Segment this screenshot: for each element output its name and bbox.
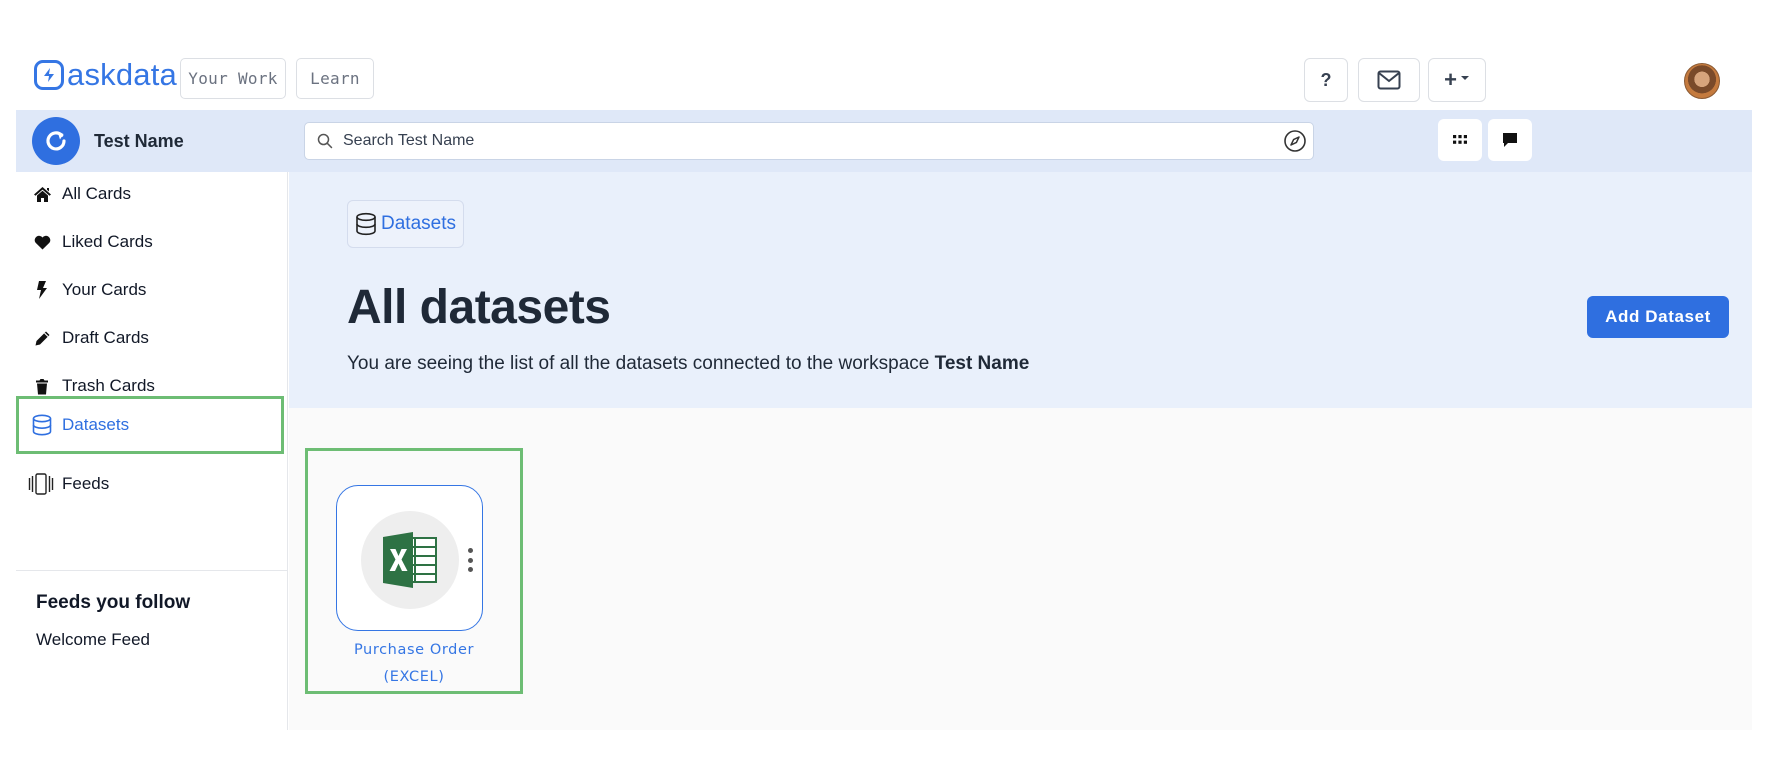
help-icon: ? bbox=[1320, 69, 1332, 90]
sidebar-item-label: Liked Cards bbox=[62, 232, 153, 251]
sidebar: All Cards Liked Cards Your Cards Draft C… bbox=[16, 172, 288, 730]
pencil-icon bbox=[32, 328, 52, 348]
sidebar-item-label: Datasets bbox=[62, 415, 130, 434]
envelope-icon bbox=[1377, 70, 1401, 90]
grid-icon bbox=[1453, 135, 1467, 144]
workspace-bar: Test Name bbox=[16, 110, 1752, 172]
refresh-icon bbox=[46, 131, 66, 151]
dataset-icon-container bbox=[361, 511, 459, 609]
sidebar-item-label: All Cards bbox=[62, 184, 131, 203]
breadcrumb-label: Datasets bbox=[381, 213, 456, 234]
dataset-options-menu-icon[interactable] bbox=[465, 548, 475, 572]
sidebar-item-all-cards[interactable]: All Cards bbox=[16, 172, 288, 216]
top-navbar: askdata Your Work Learn ? + bbox=[16, 44, 1752, 110]
feeds-icon bbox=[28, 473, 54, 495]
feeds-you-follow-heading: Feeds you follow bbox=[36, 592, 191, 613]
database-icon bbox=[356, 212, 376, 236]
workspace-name: Test Name bbox=[94, 131, 184, 151]
sidebar-item-liked-cards[interactable]: Liked Cards bbox=[16, 220, 288, 264]
workspace-avatar[interactable] bbox=[32, 117, 80, 165]
bolt-icon bbox=[32, 280, 52, 300]
search-bar bbox=[304, 122, 1314, 160]
plus-icon: + bbox=[1444, 67, 1457, 92]
user-avatar[interactable] bbox=[1684, 63, 1720, 99]
search-input[interactable] bbox=[343, 132, 1243, 150]
chat-button[interactable] bbox=[1488, 119, 1532, 161]
grid-view-button[interactable] bbox=[1438, 119, 1482, 161]
your-work-button[interactable]: Your Work bbox=[180, 58, 286, 99]
sidebar-item-your-cards[interactable]: Your Cards bbox=[16, 268, 288, 312]
dataset-card-label[interactable]: Purchase Order (EXCEL) bbox=[305, 637, 523, 691]
sidebar-item-draft-cards[interactable]: Draft Cards bbox=[16, 316, 288, 360]
askdata-logo[interactable]: askdata bbox=[34, 58, 177, 92]
add-dataset-button[interactable]: Add Dataset bbox=[1587, 296, 1729, 338]
excel-icon bbox=[383, 532, 437, 588]
datasets-grid: Purchase Order (EXCEL) bbox=[289, 408, 1752, 730]
page-title: All datasets bbox=[347, 281, 611, 334]
followed-feed-link[interactable]: Welcome Feed bbox=[36, 630, 150, 650]
chat-icon bbox=[1503, 133, 1517, 147]
sidebar-divider bbox=[16, 570, 287, 571]
database-icon bbox=[32, 414, 52, 436]
dataset-type: (EXCEL) bbox=[383, 669, 445, 685]
page-header: Datasets All datasets You are seeing the… bbox=[289, 172, 1752, 408]
help-button[interactable]: ? bbox=[1304, 58, 1348, 102]
sidebar-item-datasets[interactable]: Datasets bbox=[16, 396, 284, 454]
subtitle-workspace-name: Test Name bbox=[934, 353, 1030, 374]
logo-text: askdata bbox=[67, 57, 177, 92]
page-subtitle: You are seeing the list of all the datas… bbox=[347, 353, 1029, 375]
sidebar-item-label: Trash Cards bbox=[62, 376, 155, 395]
logo-mark-icon bbox=[34, 60, 64, 90]
sidebar-item-feeds[interactable]: Feeds bbox=[16, 462, 288, 506]
create-dropdown-button[interactable]: + bbox=[1428, 58, 1486, 102]
sidebar-item-label: Feeds bbox=[62, 474, 110, 493]
subtitle-text: You are seeing the list of all the datas… bbox=[347, 353, 930, 374]
search-icon bbox=[317, 132, 335, 150]
trash-icon bbox=[32, 376, 52, 396]
heart-icon bbox=[32, 232, 52, 252]
breadcrumb-datasets[interactable]: Datasets bbox=[347, 200, 464, 248]
sidebar-item-label: Your Cards bbox=[62, 280, 147, 299]
caret-down-icon bbox=[1460, 76, 1469, 80]
dataset-card[interactable] bbox=[336, 485, 483, 631]
sidebar-item-label: Draft Cards bbox=[62, 328, 149, 347]
compass-icon[interactable] bbox=[1283, 129, 1307, 153]
learn-button[interactable]: Learn bbox=[296, 58, 374, 99]
home-icon bbox=[32, 184, 52, 204]
messages-button[interactable] bbox=[1358, 58, 1420, 102]
dataset-name: Purchase Order bbox=[353, 642, 475, 658]
